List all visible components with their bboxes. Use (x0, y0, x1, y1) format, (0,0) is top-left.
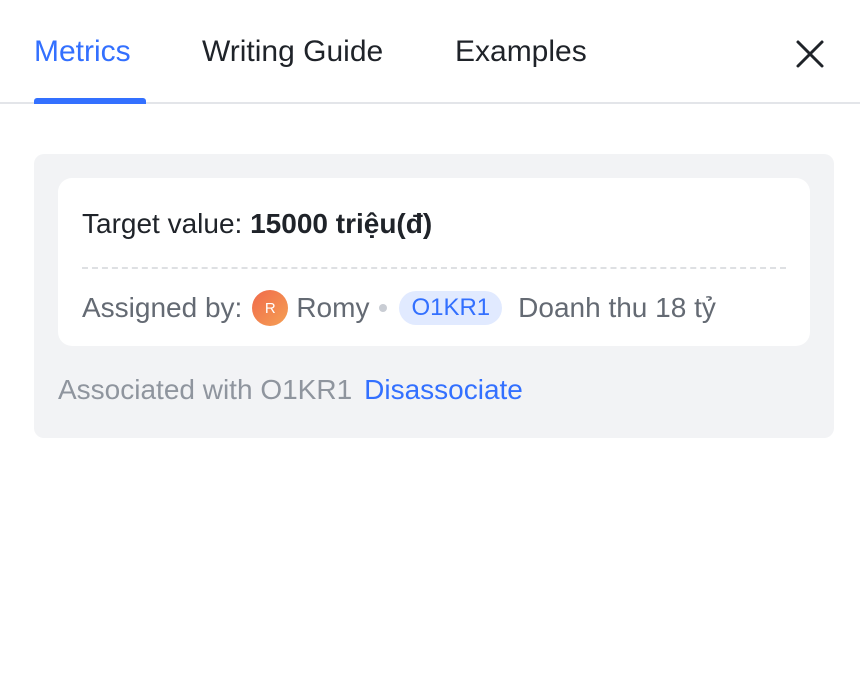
disassociate-link[interactable]: Disassociate (364, 374, 523, 405)
assignment-row: Assigned by: R Romy O1KR1 Doanh thu 18 t… (82, 290, 716, 326)
tab-examples[interactable]: Examples (455, 32, 587, 72)
tab-metrics[interactable]: Metrics (34, 32, 131, 72)
okr-tag[interactable]: O1KR1 (399, 291, 503, 325)
tab-writing-guide[interactable]: Writing Guide (202, 32, 383, 72)
metric-card: Target value: 15000 triệu(đ) Assigned by… (58, 178, 810, 346)
assigned-by-label: Assigned by: (82, 292, 243, 323)
association-row: Associated with O1KR1 Disassociate (58, 372, 523, 408)
tab-bar: Metrics Writing Guide Examples (0, 0, 860, 104)
association-text: Associated with O1KR1 (58, 374, 353, 405)
close-icon (796, 40, 824, 68)
avatar: R (252, 290, 289, 326)
target-amount: 15000 triệu(đ) (250, 208, 433, 239)
active-tab-indicator (34, 98, 146, 104)
target-value: Target value: 15000 triệu(đ) (82, 206, 432, 242)
metrics-panel: Target value: 15000 triệu(đ) Assigned by… (34, 154, 834, 438)
assignee-name: Romy (296, 292, 370, 323)
card-divider (82, 267, 786, 269)
close-button[interactable] (792, 36, 828, 72)
okr-description: Doanh thu 18 tỷ (518, 292, 716, 323)
separator-dot (379, 304, 388, 312)
target-label: Target value: (82, 208, 251, 239)
